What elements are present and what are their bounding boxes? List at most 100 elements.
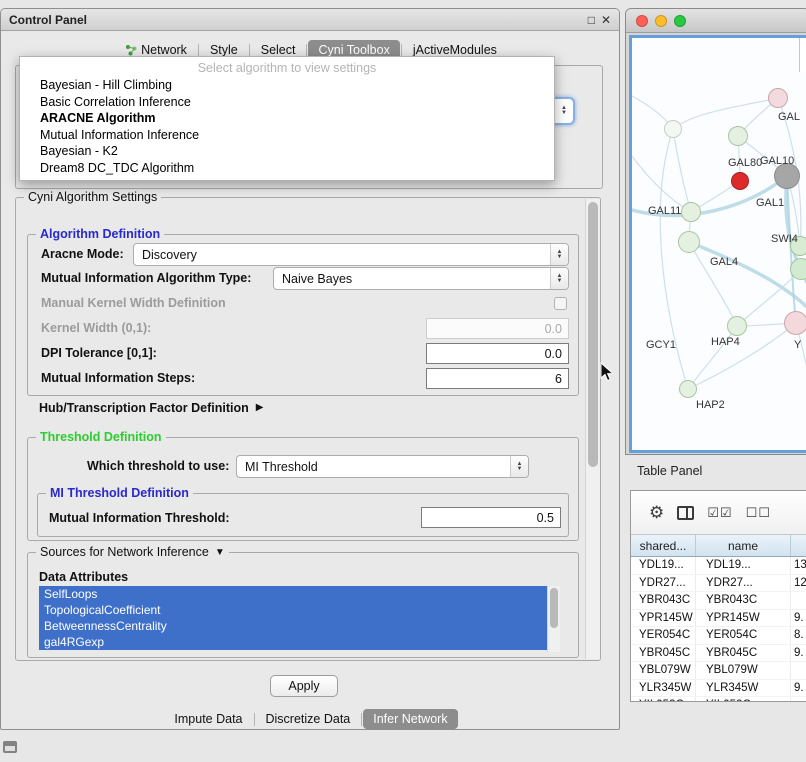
network-node[interactable] [784, 311, 806, 335]
table-cell: YDL19... [631, 557, 696, 574]
table-cell: YBR043C [696, 592, 791, 609]
table-cell: 12 [791, 575, 806, 592]
data-attributes-list[interactable]: SelfLoopsTopologicalCoefficientBetweenne… [39, 586, 547, 652]
apply-button[interactable]: Apply [270, 675, 338, 697]
algorithm-option-bayesian-k2[interactable]: Bayesian - K2 [20, 143, 554, 160]
tab-label: Cyni Toolbox [318, 43, 389, 57]
mi-threshold-field[interactable]: 0.5 [421, 507, 561, 528]
which-threshold-combo[interactable]: MI Threshold ▲▼ [236, 455, 529, 478]
hub-section-header[interactable]: Hub/Transcription Factor Definition ▶ [39, 400, 263, 416]
network-node[interactable] [727, 316, 747, 336]
manual-kernel-checkbox[interactable] [554, 297, 567, 310]
table-row[interactable]: YDR27...YDR27...12 [631, 575, 806, 593]
algorithm-option-aracne-algorithm[interactable]: ARACNE Algorithm [20, 110, 554, 127]
table-row[interactable]: YER054CYER054C8. [631, 627, 806, 645]
sources-group-header[interactable]: Sources for Network Inference ▼ [36, 545, 229, 559]
algorithm-option-bayesian-hill-climbing[interactable]: Bayesian - Hill Climbing [20, 77, 554, 94]
table-cell: YLR345W [631, 680, 696, 697]
algorithm-option-mutual-information-inference[interactable]: Mutual Information Inference [20, 127, 554, 144]
kernel-width-field[interactable]: 0.0 [426, 318, 569, 339]
network-node[interactable] [790, 258, 806, 280]
select-all-icon[interactable]: ☑☑ [707, 504, 732, 521]
column-header-extra[interactable] [791, 535, 806, 556]
restore-panel-icon[interactable] [3, 741, 17, 753]
table-cell: YDL19... [696, 557, 791, 574]
mi-type-label: Mutual Information Algorithm Type: [41, 270, 251, 286]
hub-section-label: Hub/Transcription Factor Definition [39, 400, 249, 416]
desktop: { "colors": { "selection_blue": "#3e6fc9… [0, 0, 806, 762]
table-cell: YDR27... [631, 575, 696, 592]
list-item-betweennesscentrality[interactable]: BetweennessCentrality [39, 618, 547, 634]
algorithm-option-dream8-dc-tdc-algorithm[interactable]: Dream8 DC_TDC Algorithm [20, 160, 554, 177]
mi-type-combo[interactable]: Naive Bayes ▲▼ [273, 267, 569, 290]
table-row[interactable]: YBL079WYBL079W [631, 662, 806, 680]
tab-separator [306, 44, 307, 57]
combo-arrows-icon: ▲▼ [550, 268, 568, 289]
list-item-gal4rgexp[interactable]: gal4RGexp [39, 634, 547, 650]
network-node-label: GAL4 [710, 255, 738, 269]
tab-infer-network[interactable]: Infer Network [363, 709, 457, 729]
network-node-label: HAP2 [696, 398, 725, 412]
network-node[interactable] [664, 120, 682, 138]
table-row[interactable]: YDL19...YDL19...13 [631, 557, 806, 575]
close-traffic-light[interactable] [636, 15, 648, 27]
gear-icon[interactable]: ⚙ [649, 504, 664, 521]
table-row[interactable]: YBR043CYBR043C [631, 592, 806, 610]
combo-arrows-icon: ▲▼ [550, 244, 568, 265]
tab-impute-data[interactable]: Impute Data [164, 709, 252, 729]
canvas-scrollbar[interactable] [799, 38, 806, 72]
float-window-icon[interactable]: □ [588, 14, 595, 26]
which-threshold-value: MI Threshold [237, 460, 318, 474]
table-cell: YDR27... [696, 575, 791, 592]
list-scrollbar-thumb[interactable] [550, 588, 558, 628]
network-node[interactable] [678, 231, 700, 253]
mi-type-value: Naive Bayes [274, 272, 352, 286]
table-cell: YBL079W [631, 662, 696, 679]
tab-discretize-data[interactable]: Discretize Data [256, 709, 361, 729]
close-icon[interactable]: ✕ [601, 14, 611, 26]
network-node[interactable] [679, 380, 697, 398]
tab-label: jActiveModules [413, 43, 497, 57]
table-row[interactable]: YPR145WYPR145W9. [631, 610, 806, 628]
minimize-traffic-light[interactable] [655, 15, 667, 27]
tab-label: Select [261, 43, 296, 57]
control-panel-titlebar[interactable]: Control Panel □ ✕ [1, 9, 619, 31]
network-node[interactable] [728, 126, 748, 146]
tab-separator [361, 713, 362, 726]
network-node[interactable] [681, 202, 701, 222]
aracne-mode-combo[interactable]: Discovery ▲▼ [133, 243, 569, 266]
zoom-traffic-light[interactable] [674, 15, 686, 27]
tab-label: Infer Network [373, 712, 447, 726]
table-cell: YBL079W [696, 662, 791, 679]
list-scrollbar[interactable] [547, 586, 560, 652]
table-row[interactable]: YBR045CYBR045C9. [631, 645, 806, 663]
table-cell: YIL052C [631, 697, 696, 701]
table-header[interactable]: shared...name [631, 535, 806, 557]
deselect-all-icon[interactable]: ☐☐ [746, 504, 771, 521]
dpi-tolerance-label: DPI Tolerance [0,1]: [41, 345, 157, 361]
network-node[interactable] [731, 172, 749, 190]
table-cell [791, 592, 806, 609]
list-item-topologicalcoefficient[interactable]: TopologicalCoefficient [39, 602, 547, 618]
list-item-selfloops[interactable]: SelfLoops [39, 586, 547, 602]
network-node-label: Y [794, 338, 801, 352]
column-header-shared[interactable]: shared... [631, 535, 696, 556]
network-node[interactable] [768, 88, 788, 108]
table-cell: 9. [791, 645, 806, 662]
table-cell [791, 662, 806, 679]
settings-scrollbar[interactable] [585, 199, 600, 659]
columns-icon[interactable] [677, 506, 694, 520]
table-body: YDL19...YDL19...13YDR27...YDR27...12YBR0… [631, 557, 806, 701]
network-canvas[interactable]: GALGAL80GAL10GAL11GAL1SWI4GAL4GCY1HAP4YH… [629, 35, 806, 453]
mi-threshold-label: Mutual Information Threshold: [49, 510, 230, 526]
column-header-name[interactable]: name [696, 535, 791, 556]
mouse-cursor [600, 362, 615, 383]
settings-scrollbar-thumb[interactable] [588, 202, 598, 467]
algorithm-option-basic-correlation-inference[interactable]: Basic Correlation Inference [20, 94, 554, 111]
dpi-tolerance-field[interactable]: 0.0 [426, 343, 569, 364]
table-row[interactable]: YIL052CYIL052C [631, 697, 806, 701]
mi-steps-field[interactable]: 6 [426, 368, 569, 389]
algorithm-dropdown-popup: Select algorithm to view settings Bayesi… [19, 56, 555, 181]
table-row[interactable]: YLR345WYLR345W9. [631, 680, 806, 698]
network-window-titlebar[interactable] [626, 9, 806, 33]
